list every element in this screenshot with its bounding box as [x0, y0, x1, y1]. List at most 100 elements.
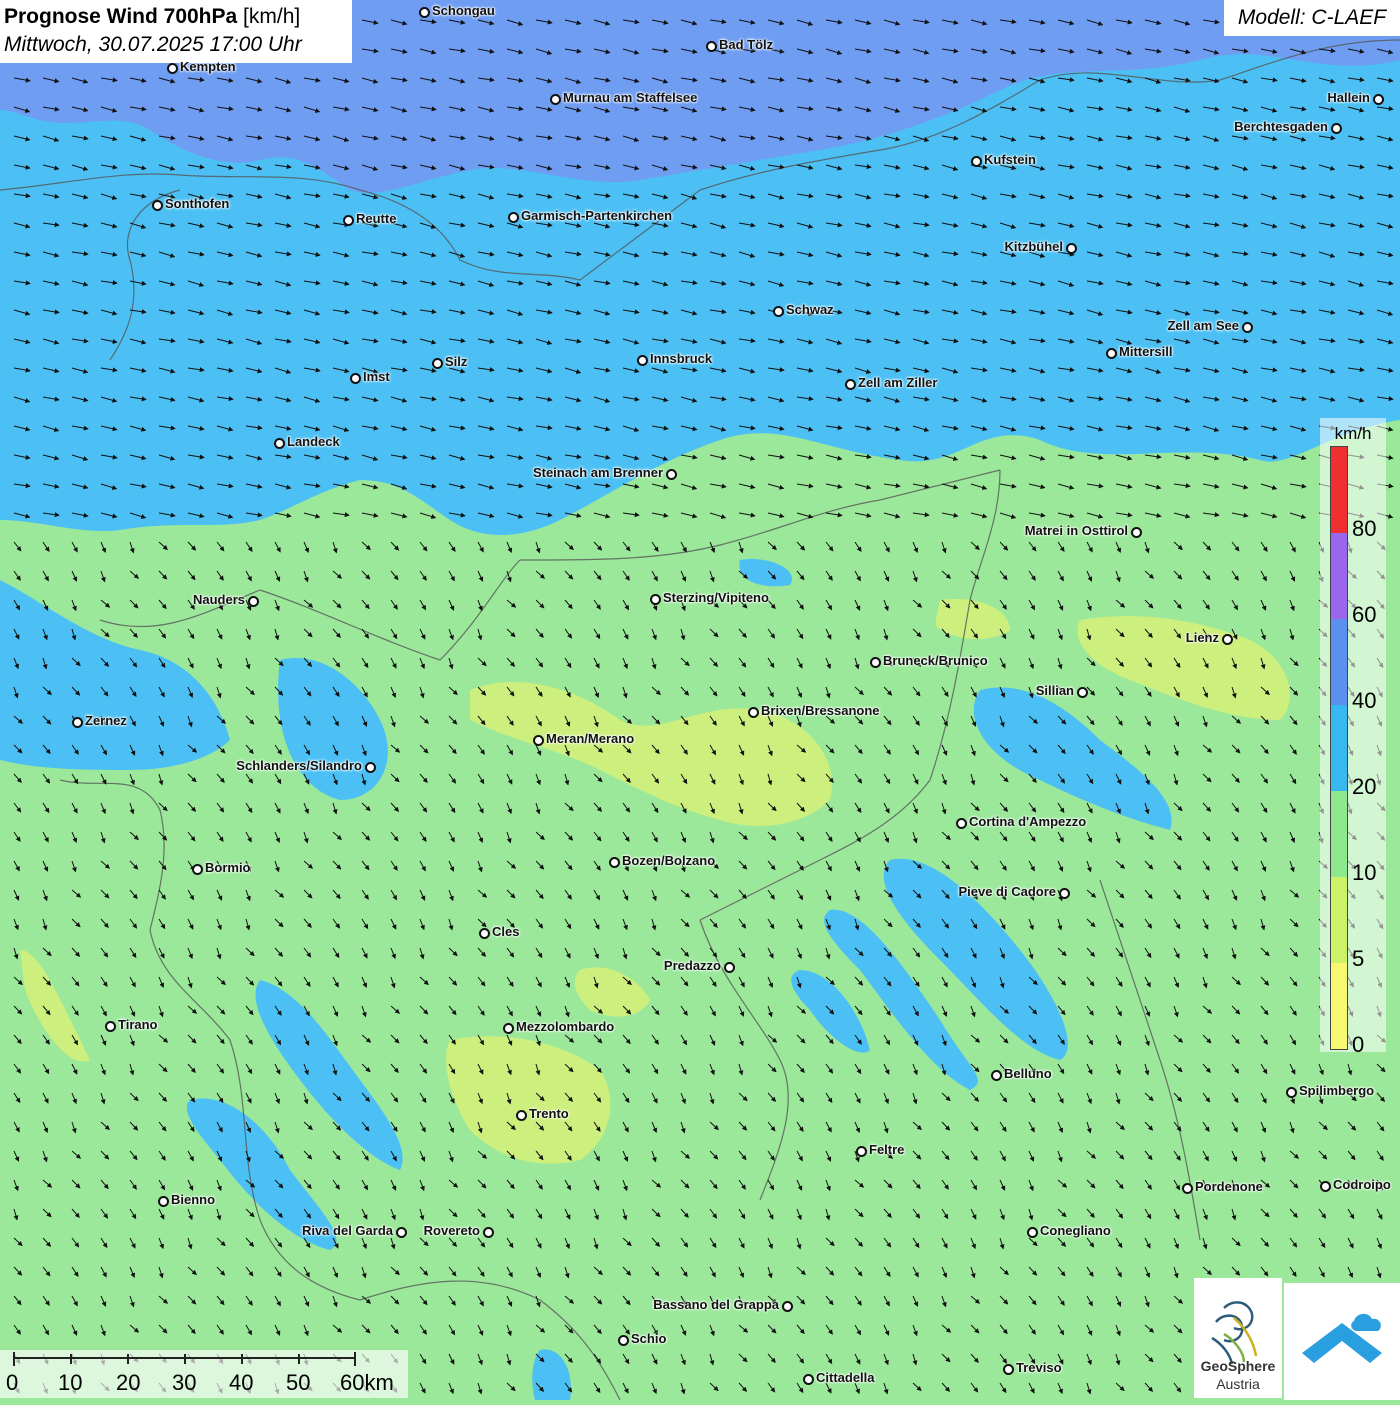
city-label: Imst — [363, 369, 390, 384]
city-label: Lienz — [1185, 630, 1219, 645]
scale-tick-label: 0 — [6, 1370, 19, 1395]
city-label: Bassano del Grappa — [653, 1297, 779, 1312]
city-label: Garmisch-Partenkirchen — [521, 208, 673, 223]
model-label: Modell: C-LAEF — [1224, 0, 1400, 36]
city-marker — [419, 7, 430, 18]
city-label: Zell am See — [1167, 318, 1239, 333]
city-label: Brixen/Bressanone — [761, 703, 880, 718]
legend-tick-label: 20 — [1352, 774, 1377, 799]
city-label: Steinach am Brenner — [532, 465, 663, 480]
city-label: Zernez — [85, 713, 127, 728]
city-marker — [1286, 1087, 1297, 1098]
legend-color-segment — [1331, 963, 1347, 1049]
city-marker — [1077, 687, 1088, 698]
city-marker — [516, 1110, 527, 1121]
city-label: Meran/Merano — [546, 731, 635, 746]
legend-color-segment — [1331, 791, 1347, 877]
city-marker — [748, 707, 759, 718]
city-label: Cortina d'Ampezzo — [969, 814, 1087, 829]
city-label: Schio — [631, 1331, 667, 1346]
city-label: Riva del Garda — [301, 1223, 393, 1238]
legend-color-segment — [1331, 447, 1347, 533]
city-marker — [773, 306, 784, 317]
city-marker — [724, 962, 735, 973]
city-marker — [1027, 1227, 1038, 1238]
city-label: Bad Tölz — [719, 37, 774, 52]
city-label: Berchtesgaden — [1234, 119, 1328, 134]
city-marker — [1222, 634, 1233, 645]
city-marker — [479, 928, 490, 939]
city-label: Mittersill — [1119, 344, 1173, 359]
city-marker — [956, 818, 967, 829]
city-marker — [1331, 123, 1342, 134]
city-label: Schlanders/Silandro — [236, 758, 362, 773]
city-marker — [1373, 94, 1384, 105]
city-label: Zell am Ziller — [858, 375, 938, 390]
city-marker — [1182, 1183, 1193, 1194]
city-marker — [1106, 348, 1117, 359]
city-marker — [192, 864, 203, 875]
scale-tick-label: 10 — [58, 1370, 83, 1395]
city-label: Conegliano — [1040, 1223, 1111, 1238]
city-label: Silz — [445, 354, 468, 369]
city-label: Codroipo — [1333, 1177, 1391, 1192]
city-label: Rovereto — [423, 1223, 480, 1238]
city-marker — [503, 1023, 514, 1034]
color-legend: km/h 80 60 40 20 10 5 0 — [1320, 418, 1386, 1057]
geosphere-logo: GeoSphere Austria — [1194, 1278, 1282, 1398]
city-marker — [637, 355, 648, 366]
city-marker — [483, 1227, 494, 1238]
city-marker — [991, 1070, 1002, 1081]
legend-tick-label: 40 — [1352, 688, 1377, 713]
legend-tick-label: 80 — [1352, 516, 1377, 541]
city-marker — [845, 379, 856, 390]
legend-color-segment — [1331, 619, 1347, 705]
city-marker — [167, 63, 178, 74]
city-marker — [803, 1374, 814, 1385]
city-marker — [350, 373, 361, 384]
city-label: Tirano — [118, 1017, 158, 1032]
city-marker — [152, 200, 163, 211]
city-label: Treviso — [1016, 1360, 1062, 1375]
city-marker — [343, 215, 354, 226]
city-marker — [782, 1301, 793, 1312]
city-marker — [396, 1227, 407, 1238]
city-marker — [72, 717, 83, 728]
city-marker — [365, 762, 376, 773]
scale-tick-label: 40 — [229, 1370, 254, 1395]
city-label: Mezzolombardo — [516, 1019, 615, 1034]
city-label: Pordenone — [1195, 1179, 1263, 1194]
legend-tick-label: 5 — [1352, 946, 1365, 971]
geosphere-logo-text: GeoSphere — [1200, 1358, 1276, 1374]
city-label: Belluno — [1004, 1066, 1052, 1081]
scale-tick-label: 50 — [286, 1370, 311, 1395]
city-label: Feltre — [869, 1142, 905, 1157]
geosphere-emblem-icon — [1211, 1301, 1258, 1365]
scale-tick-label: 30 — [172, 1370, 197, 1395]
city-label: Matrei in Osttirol — [1024, 523, 1128, 538]
city-label: Predazzo — [663, 958, 721, 973]
legend-tick-label: 0 — [1352, 1032, 1365, 1057]
city-label: Bruneck/Brunico — [883, 653, 988, 668]
scale-tick-label: 20 — [116, 1370, 141, 1395]
city-marker — [609, 857, 620, 868]
city-label: Kempten — [180, 59, 236, 74]
city-label: Sonthofen — [165, 196, 230, 211]
city-marker — [274, 438, 285, 449]
map-title-unit: [km/h] — [243, 5, 301, 28]
city-marker — [650, 594, 661, 605]
city-label: Murnau am Staffelsee — [563, 90, 698, 105]
city-label: Kitzbühel — [1004, 239, 1064, 254]
city-marker — [1066, 243, 1077, 254]
legend-tick-label: 60 — [1352, 602, 1377, 627]
cloud-mountain-logo — [1284, 1283, 1400, 1400]
city-marker — [1131, 527, 1142, 538]
city-label: Cles — [492, 924, 520, 939]
city-label: Sillian — [1035, 683, 1074, 698]
map-title-main: Prognose Wind 700hPa — [4, 5, 238, 28]
city-marker — [248, 596, 259, 607]
legend-color-segment — [1331, 705, 1347, 791]
legend-unit: km/h — [1334, 424, 1372, 443]
city-label: Cittadella — [816, 1370, 875, 1385]
city-label: Schongau — [432, 3, 495, 18]
